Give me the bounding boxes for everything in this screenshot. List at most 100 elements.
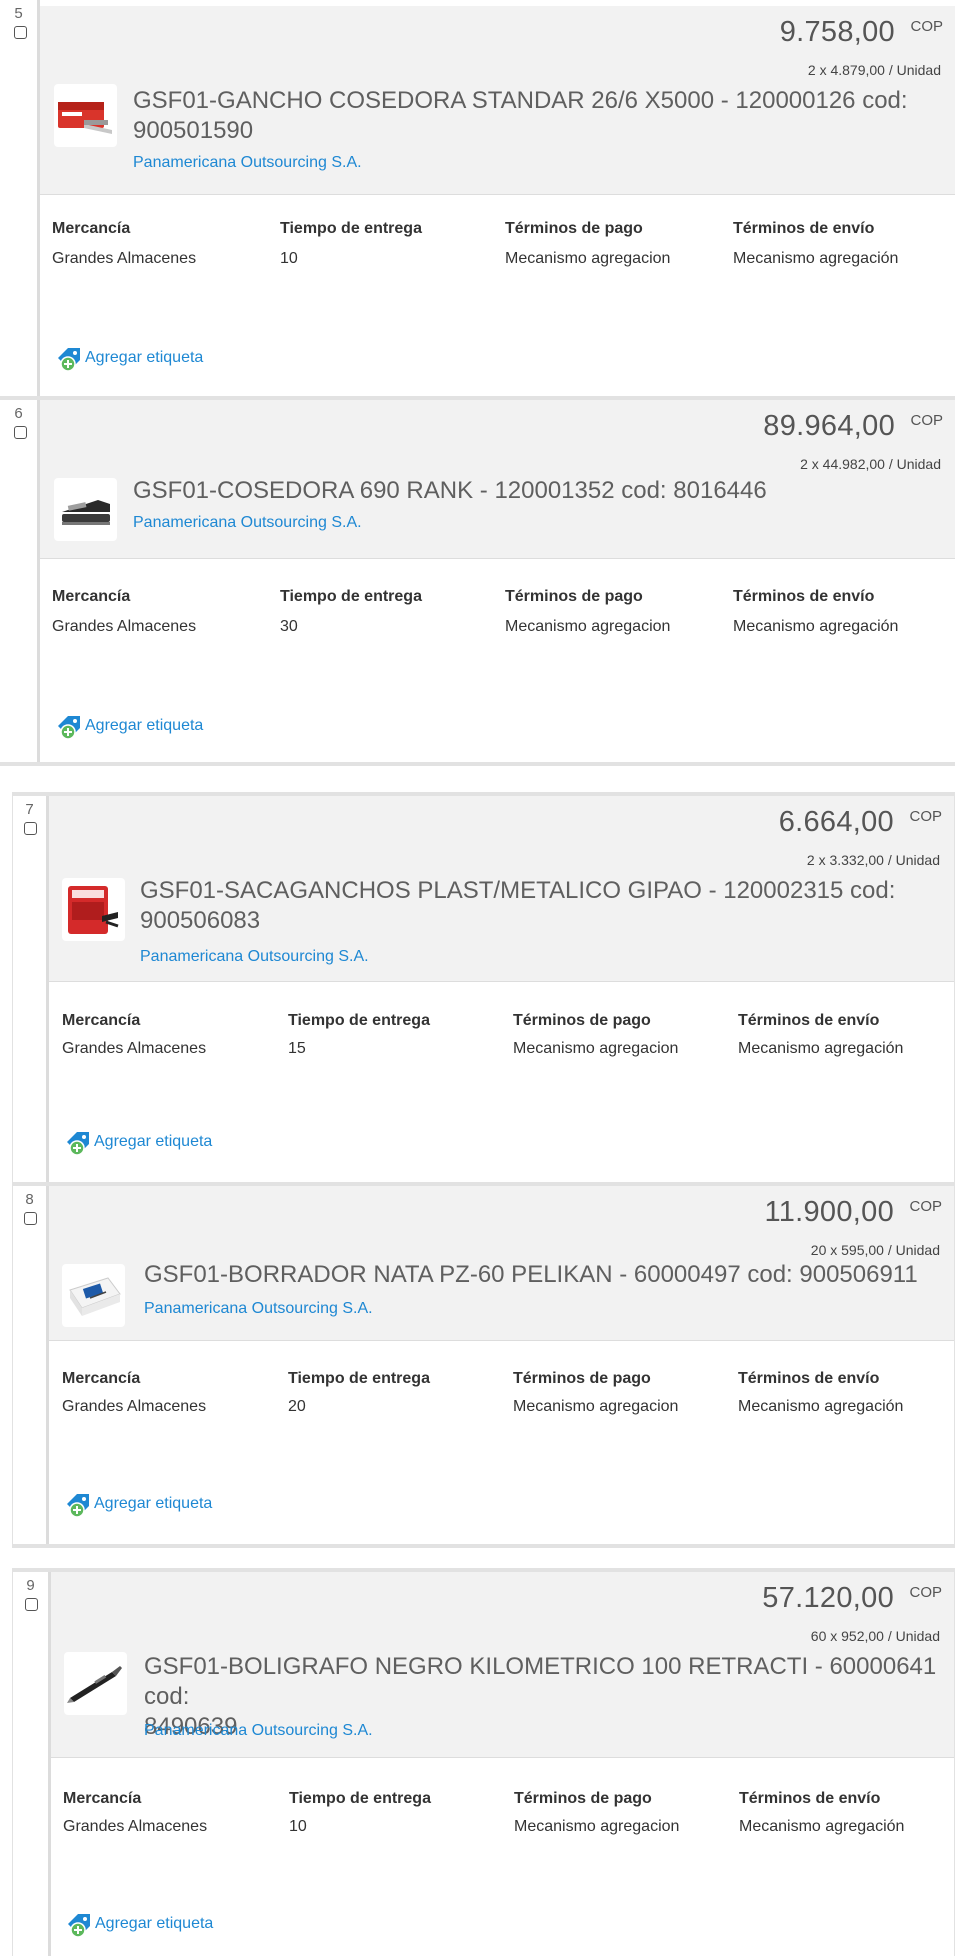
- item-header: 89.964,00 COP 2 x 44.982,00 / Unidad GSF…: [40, 400, 955, 559]
- supplier-link[interactable]: Panamericana Outsourcing S.A.: [133, 514, 362, 532]
- shipping-terms-value: Mecanismo agregación: [733, 250, 899, 267]
- line-gutter: 8: [13, 1186, 49, 1544]
- currency-code: COP: [910, 412, 943, 429]
- supplier-link[interactable]: Panamericana Outsourcing S.A.: [133, 154, 362, 172]
- product-title: GSF01-SACAGANCHOS PLAST/METALICO GIPAO -…: [140, 877, 896, 934]
- line-items-block: 9 57.120,00 COP 60 x 952,00 / Unidad GSF…: [12, 1568, 955, 1956]
- shipping-terms-value: Mecanismo agregación: [739, 1818, 905, 1835]
- item-total-price: 9.758,00: [779, 16, 895, 48]
- tag-icon: [67, 1494, 89, 1518]
- currency-code: COP: [909, 808, 942, 825]
- product-thumbnail[interactable]: [64, 1652, 127, 1715]
- item-header: 11.900,00 COP 20 x 595,00 / Unidad GSF01…: [49, 1186, 954, 1341]
- add-tag-label: Agregar etiqueta: [85, 717, 204, 734]
- merchandise-value: Grandes Almacenes: [63, 1818, 208, 1835]
- tag-icon: [68, 1914, 90, 1938]
- shipping-terms-label: Términos de envío: [733, 588, 875, 605]
- item-header: 9.758,00 COP 2 x 4.879,00 / Unidad GSF01…: [40, 6, 955, 195]
- currency-code: COP: [910, 18, 943, 35]
- product-thumbnail[interactable]: [62, 1264, 125, 1327]
- select-checkbox[interactable]: [14, 426, 27, 439]
- shipping-terms-label: Términos de envío: [739, 1790, 881, 1807]
- select-checkbox[interactable]: [24, 822, 37, 835]
- tag-icon: [58, 348, 80, 372]
- payment-terms-value: Mecanismo agregacion: [513, 1040, 679, 1057]
- merchandise-label: Mercancía: [52, 220, 131, 237]
- payment-terms-value: Mecanismo agregacion: [505, 618, 671, 635]
- item-header: 57.120,00 COP 60 x 952,00 / Unidad GSF01…: [51, 1572, 954, 1758]
- supplier-link[interactable]: Panamericana Outsourcing S.A.: [144, 1300, 373, 1318]
- shipping-terms-label: Términos de envío: [738, 1370, 880, 1387]
- line-number: 9: [26, 1577, 35, 1594]
- merchandise-label: Mercancía: [52, 588, 131, 605]
- line-gutter: 7: [13, 796, 49, 1182]
- product-title: GSF01-BORRADOR NATA PZ-60 PELIKAN - 6000…: [144, 1261, 918, 1288]
- shipping-terms-value: Mecanismo agregación: [738, 1398, 904, 1415]
- product-title: GSF01-GANCHO COSEDORA STANDAR 26/6 X5000…: [133, 87, 908, 144]
- item-total-price: 89.964,00: [763, 410, 895, 442]
- line-number: 6: [14, 405, 23, 422]
- item-header: 6.664,00 COP 2 x 3.332,00 / Unidad GSF01…: [49, 796, 954, 982]
- add-tag-button[interactable]: Agregar etiqueta: [66, 1912, 246, 1938]
- delivery-label: Tiempo de entrega: [288, 1370, 430, 1387]
- tag-icon: [58, 716, 80, 740]
- eraser-icon: [69, 1277, 121, 1316]
- add-tag-label: Agregar etiqueta: [95, 1915, 214, 1932]
- payment-terms-label: Términos de pago: [513, 1370, 651, 1387]
- delivery-value: 10: [289, 1818, 307, 1835]
- add-tag-label: Agregar etiqueta: [94, 1133, 213, 1150]
- line-item: 6 89.964,00 COP 2 x 44.982,00 / Unidad G…: [0, 396, 955, 762]
- line-item: 9 57.120,00 COP 60 x 952,00 / Unidad GSF…: [13, 1572, 954, 1956]
- delivery-value: 10: [280, 250, 298, 267]
- supplier-link[interactable]: Panamericana Outsourcing S.A.: [140, 948, 369, 966]
- product-thumbnail[interactable]: [54, 478, 117, 541]
- supplier-link[interactable]: Panamericana Outsourcing S.A.: [144, 1722, 373, 1740]
- line-gutter: 5: [0, 0, 40, 396]
- merchandise-value: Grandes Almacenes: [52, 618, 197, 635]
- staple-remover-box-icon: [68, 886, 119, 934]
- add-tag-button[interactable]: Agregar etiqueta: [56, 714, 236, 740]
- select-checkbox[interactable]: [24, 1212, 37, 1225]
- add-tag-button[interactable]: Agregar etiqueta: [56, 346, 236, 372]
- merchandise-value: Grandes Almacenes: [52, 250, 197, 267]
- line-gutter: 6: [0, 400, 40, 762]
- line-item: 7 6.664,00 COP 2 x 3.332,00 / Unidad GSF…: [13, 796, 954, 1182]
- line-number: 5: [14, 5, 23, 22]
- payment-terms-label: Términos de pago: [505, 588, 643, 605]
- select-checkbox[interactable]: [25, 1598, 38, 1611]
- item-total-price: 6.664,00: [778, 806, 894, 838]
- add-tag-button[interactable]: Agregar etiqueta: [65, 1130, 245, 1156]
- unit-price: 2 x 3.332,00 / Unidad: [806, 852, 940, 868]
- add-tag-button[interactable]: Agregar etiqueta: [65, 1492, 245, 1518]
- delivery-value: 15: [288, 1040, 306, 1057]
- payment-terms-label: Términos de pago: [513, 1012, 651, 1029]
- payment-terms-value: Mecanismo agregacion: [514, 1818, 680, 1835]
- product-thumbnail[interactable]: [62, 878, 125, 941]
- merchandise-value: Grandes Almacenes: [62, 1398, 207, 1415]
- unit-price: 20 x 595,00 / Unidad: [810, 1242, 940, 1258]
- line-items-list: 5 9.758,00 COP 2 x 4.879,00 / Unidad GSF…: [0, 0, 955, 1956]
- add-tag-label: Agregar etiqueta: [94, 1495, 213, 1512]
- add-tag-label: Agregar etiqueta: [85, 349, 204, 366]
- merchandise-value: Grandes Almacenes: [62, 1040, 207, 1057]
- delivery-label: Tiempo de entrega: [288, 1012, 430, 1029]
- product-thumbnail[interactable]: [54, 84, 117, 147]
- product-title: GSF01-COSEDORA 690 RANK - 120001352 cod:…: [133, 477, 767, 504]
- line-items-block: 7 6.664,00 COP 2 x 3.332,00 / Unidad GSF…: [12, 792, 955, 1548]
- currency-code: COP: [909, 1584, 942, 1601]
- staples-box-icon: [58, 102, 112, 134]
- shipping-terms-label: Términos de envío: [738, 1012, 880, 1029]
- payment-terms-value: Mecanismo agregacion: [505, 250, 671, 267]
- tag-icon: [67, 1132, 89, 1156]
- merchandise-label: Mercancía: [62, 1012, 141, 1029]
- merchandise-label: Mercancía: [63, 1790, 142, 1807]
- line-number: 8: [25, 1191, 34, 1208]
- unit-price: 2 x 44.982,00 / Unidad: [800, 456, 941, 472]
- stapler-icon: [62, 500, 110, 525]
- currency-code: COP: [909, 1198, 942, 1215]
- unit-price: 2 x 4.879,00 / Unidad: [807, 62, 941, 78]
- merchandise-label: Mercancía: [62, 1370, 141, 1387]
- delivery-value: 30: [280, 618, 298, 635]
- line-items-block: 5 9.758,00 COP 2 x 4.879,00 / Unidad GSF…: [0, 0, 955, 766]
- select-checkbox[interactable]: [14, 26, 27, 39]
